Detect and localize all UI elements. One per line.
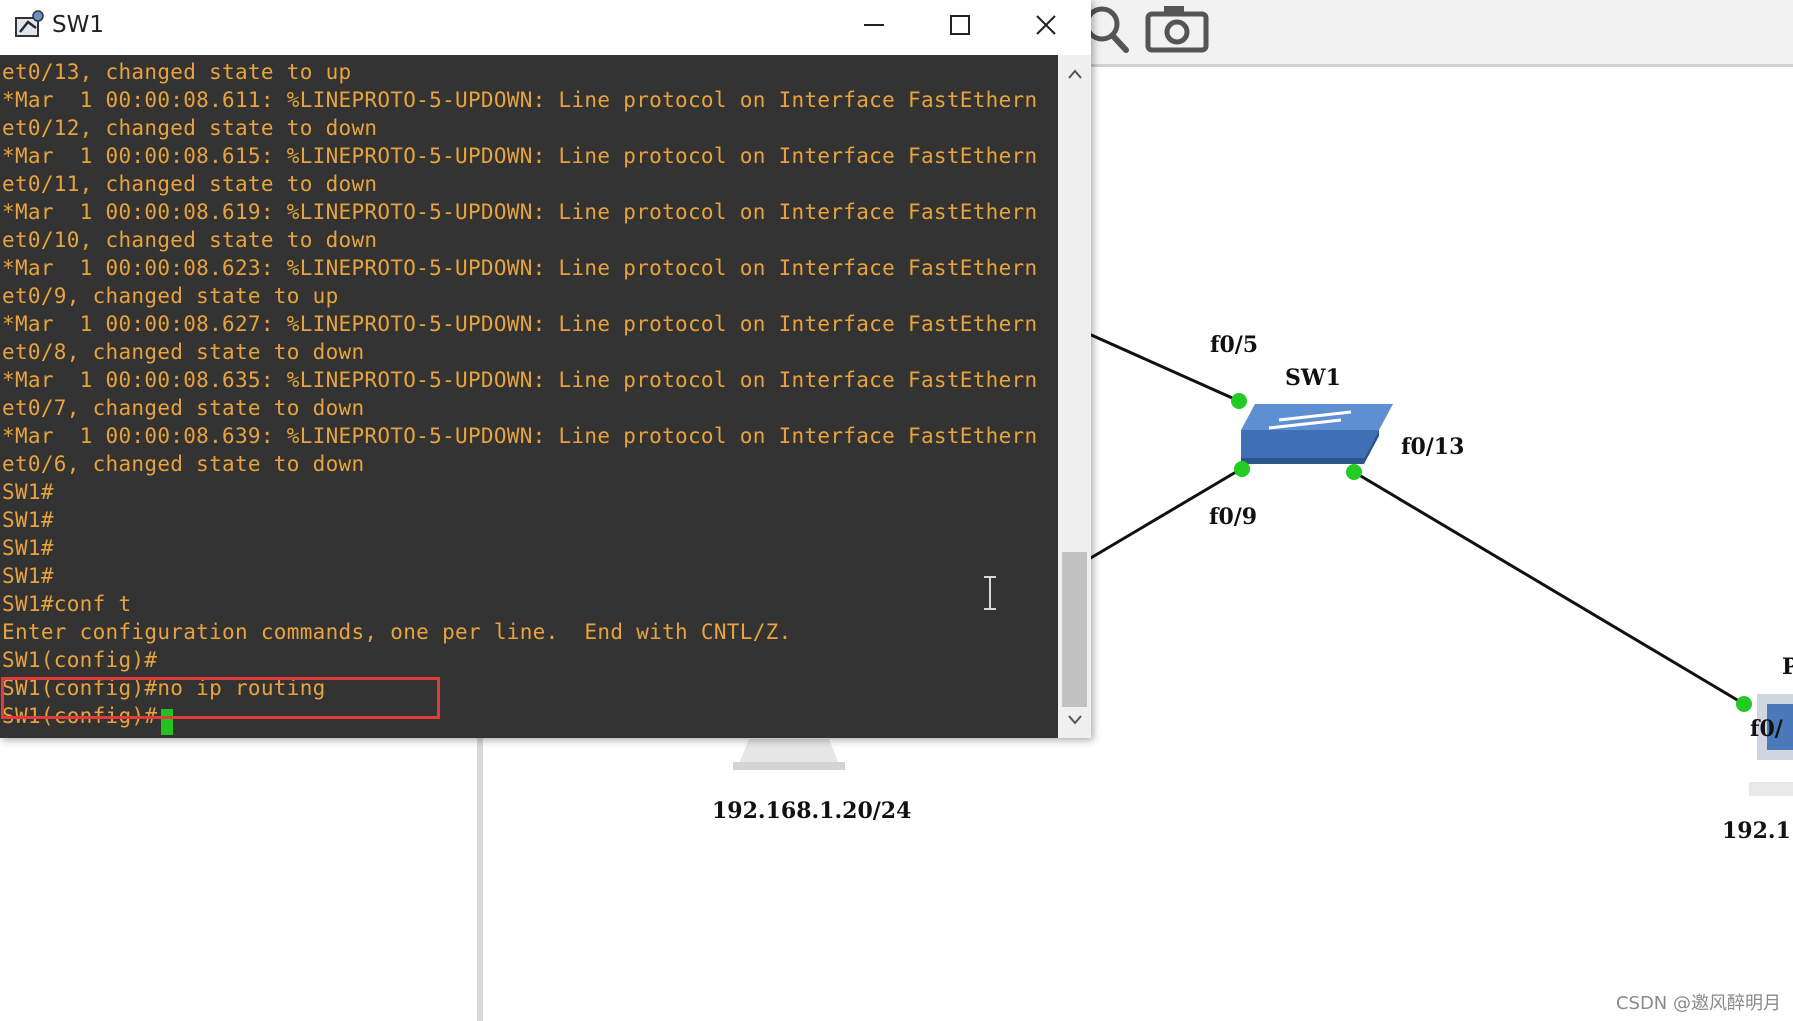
terminal-line: et0/9, changed state to up	[2, 284, 339, 308]
switch-sw1-icon[interactable]	[1241, 404, 1393, 464]
port-right-status	[1736, 696, 1752, 712]
terminal-line: et0/7, changed state to down	[2, 396, 365, 420]
terminal-output[interactable]: et0/13, changed state to up *Mar 1 00:00…	[0, 55, 1058, 738]
text-cursor-icon	[980, 575, 1000, 615]
vertical-scrollbar[interactable]	[1058, 55, 1091, 738]
port-f0-13-status	[1346, 464, 1362, 480]
pc-left-ip-label: 192.168.1.20/24	[712, 798, 912, 824]
port-label-f0-5: f0/5	[1210, 332, 1259, 358]
link-f0-13	[1353, 470, 1745, 706]
close-button[interactable]	[1004, 0, 1088, 50]
terminal-line: *Mar 1 00:00:08.627: %LINEPROTO-5-UPDOWN…	[2, 312, 1038, 336]
terminal-line: *Mar 1 00:00:08.635: %LINEPROTO-5-UPDOWN…	[2, 368, 1038, 392]
terminal-line: *Mar 1 00:00:08.639: %LINEPROTO-5-UPDOWN…	[2, 424, 1038, 448]
watermark: CSDN @邀风醉明月	[1615, 993, 1781, 1014]
switch-label: SW1	[1285, 365, 1341, 391]
maximize-button[interactable]	[918, 0, 1002, 50]
terminal-line: SW1#	[2, 508, 54, 532]
terminal-app-icon	[12, 8, 46, 42]
scroll-down-button[interactable]	[1058, 705, 1091, 735]
camera-icon[interactable]	[1145, 6, 1209, 53]
terminal-line: et0/12, changed state to down	[2, 116, 378, 140]
terminal-line: et0/8, changed state to down	[2, 340, 365, 364]
terminal-line: SW1#	[2, 564, 54, 588]
terminal-line: et0/10, changed state to down	[2, 228, 378, 252]
right-host-label: P	[1782, 654, 1793, 680]
terminal-line: *Mar 1 00:00:08.615: %LINEPROTO-5-UPDOWN…	[2, 144, 1038, 168]
maximize-icon	[950, 15, 970, 35]
pc-right-icon[interactable]	[1749, 694, 1793, 796]
chevron-down-icon	[1067, 715, 1082, 725]
zoom-icon[interactable]	[1084, 6, 1129, 53]
port-label-f0-9: f0/9	[1209, 504, 1258, 530]
terminal-line: SW1#	[2, 536, 54, 560]
port-label-f0-13: f0/13	[1401, 434, 1465, 460]
terminal-line: Enter configuration commands, one per li…	[2, 620, 792, 644]
terminal-line: et0/11, changed state to down	[2, 172, 378, 196]
terminal-line: SW1(config)#	[2, 648, 158, 672]
window-title: SW1	[52, 12, 104, 38]
port-label-right: f0/	[1750, 716, 1783, 742]
terminal-line: et0/6, changed state to down	[2, 452, 365, 476]
command-highlight-box	[1, 677, 440, 719]
terminal-line: *Mar 1 00:00:08.623: %LINEPROTO-5-UPDOWN…	[2, 256, 1038, 280]
scroll-thumb[interactable]	[1062, 552, 1087, 707]
terminal-line: *Mar 1 00:00:08.619: %LINEPROTO-5-UPDOWN…	[2, 200, 1038, 224]
minimize-icon	[864, 24, 884, 26]
pc-left-stand	[733, 739, 845, 770]
port-f0-5-status	[1231, 393, 1247, 409]
terminal-line: SW1#conf t	[2, 592, 132, 616]
port-f0-9-status	[1234, 461, 1250, 477]
terminal-window[interactable]: SW1 et0/13, changed state to up *Mar 1 0…	[0, 0, 1091, 738]
pc-right-ip-label: 192.1	[1722, 818, 1791, 844]
device-list-panel	[0, 730, 483, 1021]
chevron-up-icon	[1067, 69, 1082, 79]
terminal-line: et0/13, changed state to up	[2, 60, 352, 84]
minimize-button[interactable]	[832, 0, 916, 50]
terminal-line: SW1#	[2, 480, 54, 504]
toolbar-icons	[1084, 2, 1228, 56]
close-icon	[1036, 15, 1056, 35]
title-bar[interactable]: SW1	[0, 0, 1091, 55]
scroll-up-button[interactable]	[1058, 59, 1091, 89]
terminal-line: *Mar 1 00:00:08.611: %LINEPROTO-5-UPDOWN…	[2, 88, 1038, 112]
